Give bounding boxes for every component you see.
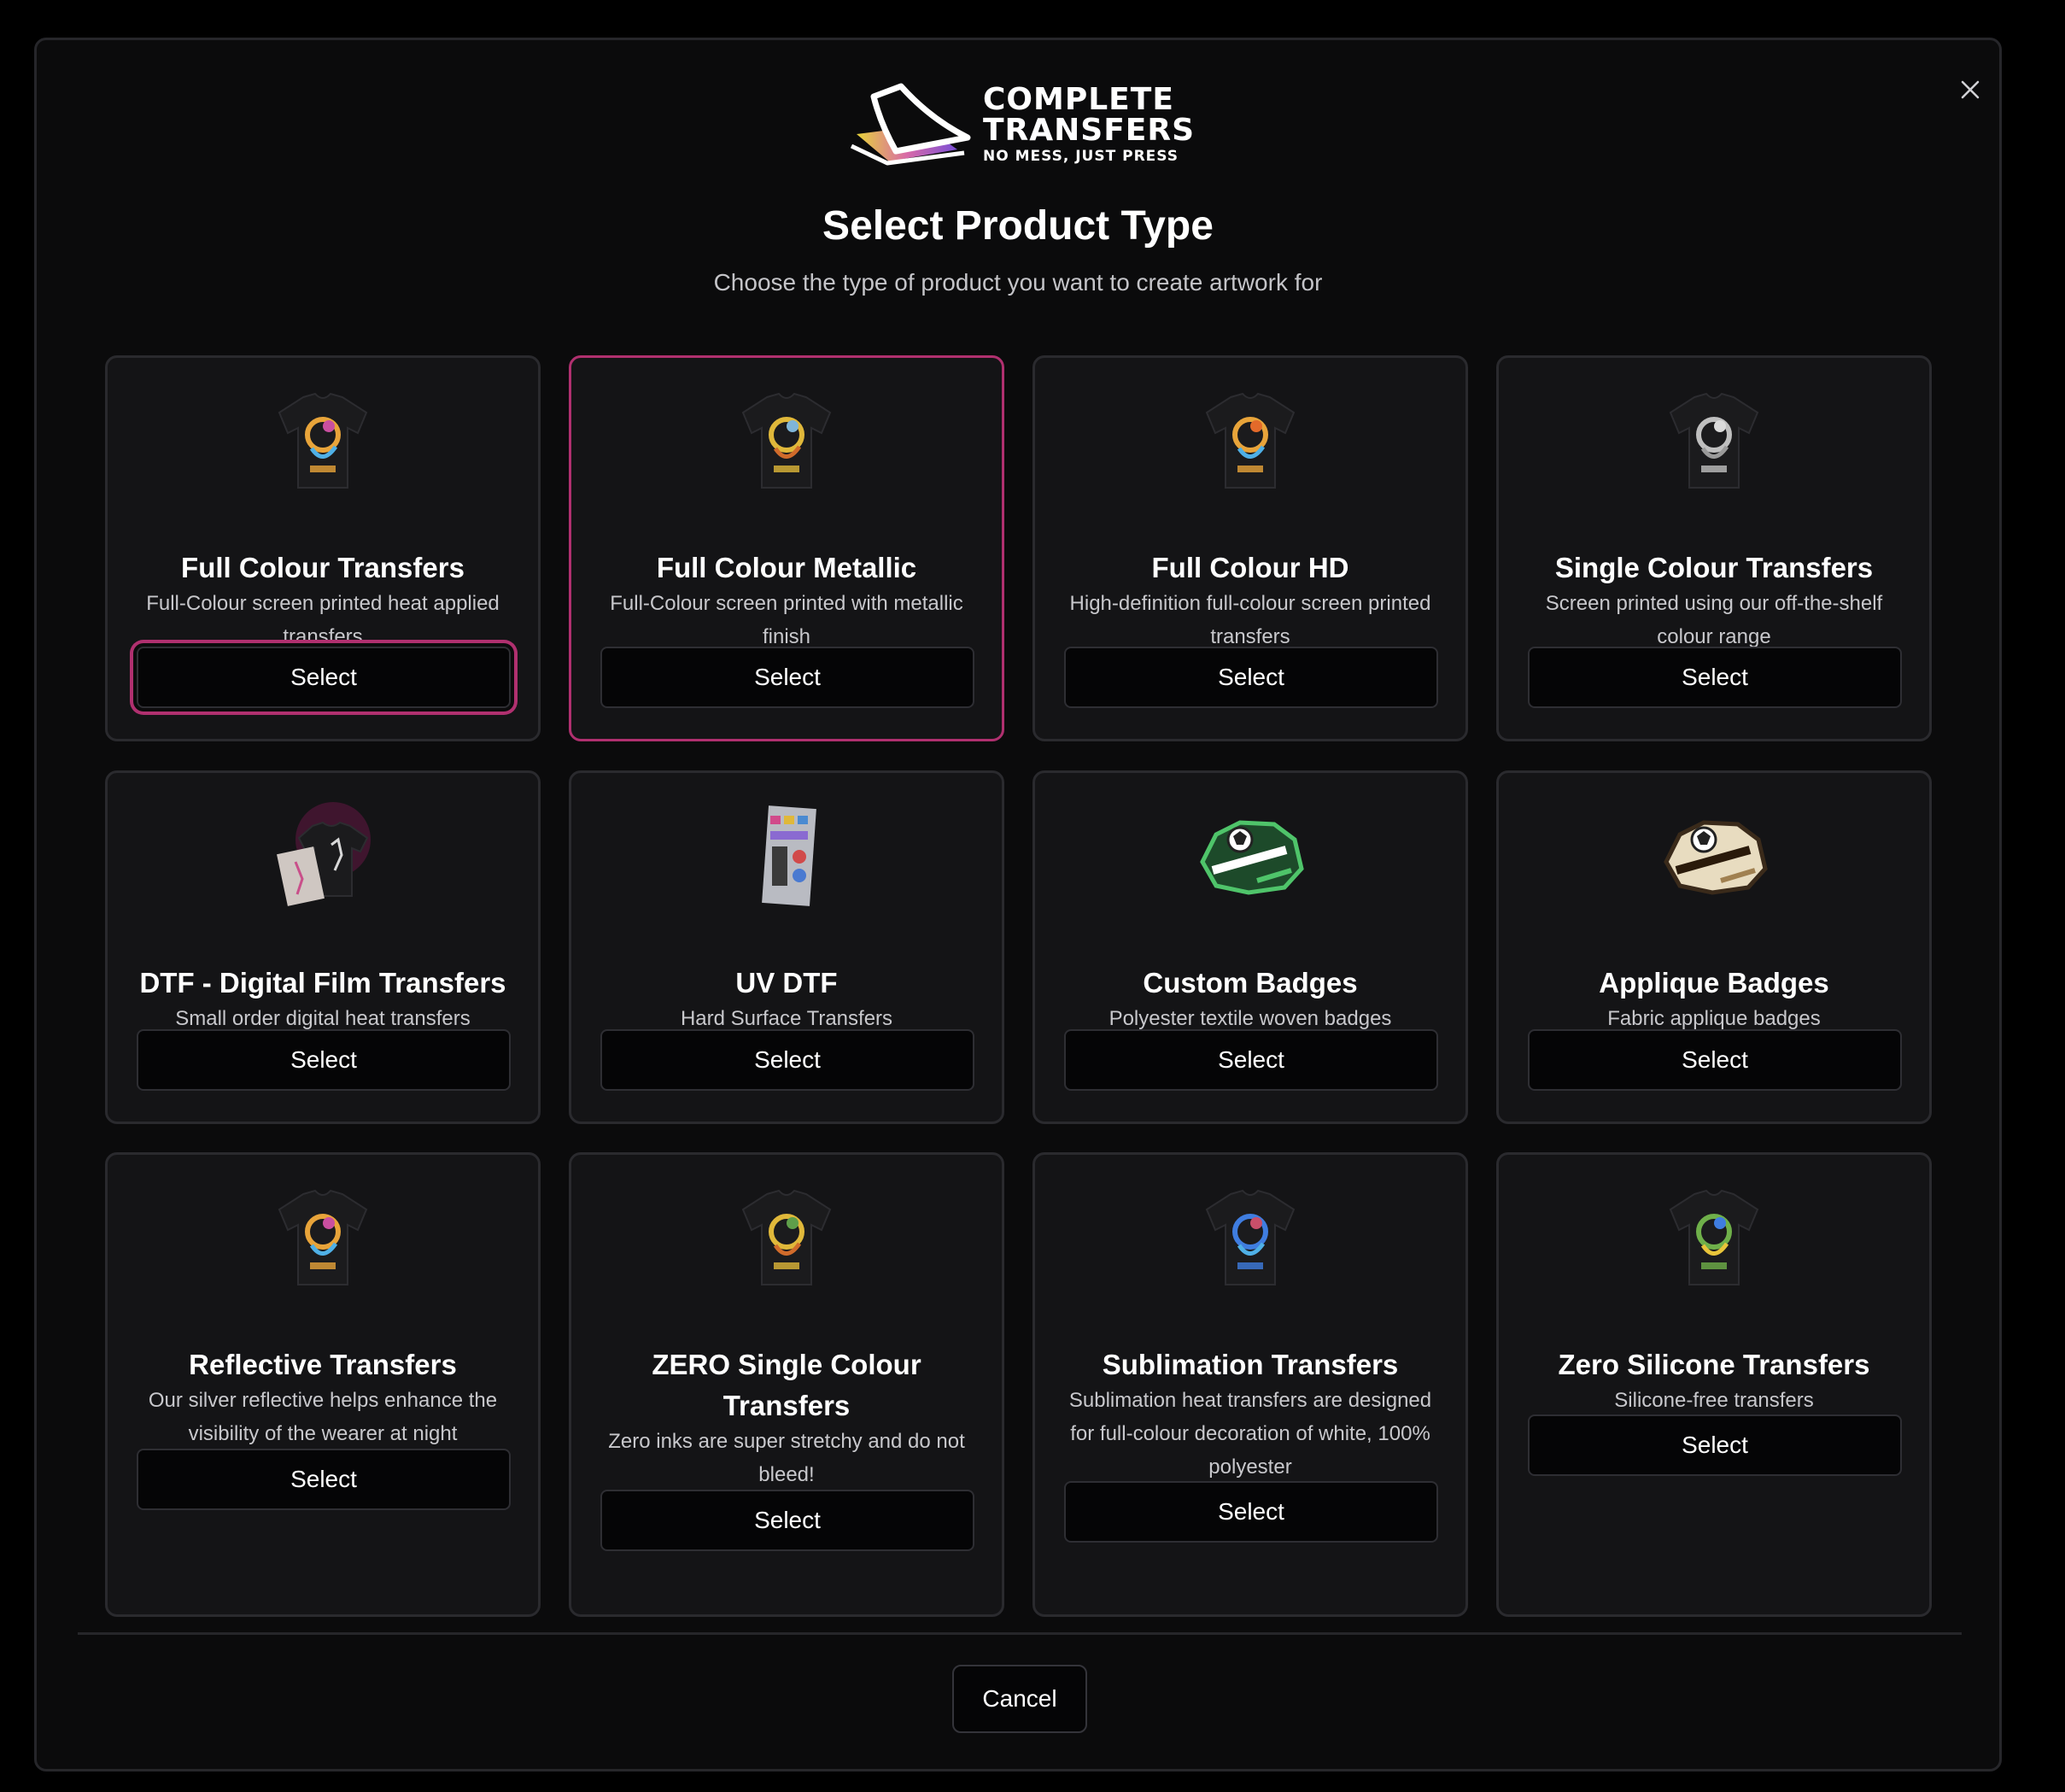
tshirt-icon [571,387,1002,495]
logo-wordmark-line2: TRANSFERS [983,112,1196,148]
product-name: Full Colour Transfers [181,552,465,583]
complete-transfers-logo: COMPLETE TRANSFERS NO MESS, JUST PRESS [846,76,1205,172]
logo-mark-icon [850,83,971,166]
logo-tagline: NO MESS, JUST PRESS [983,147,1179,165]
tshirt-icon [1499,387,1929,495]
product-card[interactable]: Full Colour HD High-definition full-colou… [1032,355,1468,741]
close-button[interactable] [1946,66,1994,114]
product-type-dialog: COMPLETE TRANSFERS NO MESS, JUST PRESS S… [34,38,2002,1772]
product-description: Full-Colour screen printed with metallic… [610,592,963,648]
product-card[interactable]: Single Colour Transfers Screen printed us… [1496,355,1932,741]
product-card[interactable]: UV DTF Hard Surface Transfers Select [569,770,1004,1124]
product-description: High-definition full-colour screen print… [1069,592,1431,648]
select-button[interactable]: Select [1064,1481,1438,1543]
product-name: Full Colour Metallic [656,552,917,583]
product-name: Sublimation Transfers [1102,1349,1399,1380]
select-button[interactable]: Select [137,1029,511,1091]
product-name: UV DTF [735,967,838,998]
product-card[interactable]: Full Colour Transfers Full-Colour screen … [105,355,541,741]
product-name: Reflective Transfers [189,1349,457,1380]
product-name: Single Colour Transfers [1554,552,1874,583]
product-name: DTF - Digital Film Transfers [139,967,506,998]
dtf-film-icon [108,802,538,910]
product-name: Zero Silicone Transfers [1558,1349,1870,1380]
tshirt-icon [1035,387,1465,495]
cancel-button[interactable]: Cancel [952,1665,1087,1733]
select-button[interactable]: Select [1064,1029,1438,1091]
product-description: Full-Colour screen printed heat applied … [146,592,500,648]
dialog-title: Select Product Type [822,203,1214,249]
select-button[interactable]: Select [600,1490,974,1551]
footer-divider [78,1632,1962,1635]
product-card[interactable]: Custom Badges Polyester textile woven bad… [1032,770,1468,1124]
select-button[interactable]: Select [137,647,511,708]
product-card[interactable]: Full Colour Metallic Full-Colour screen p… [569,355,1004,741]
tshirt-icon [108,387,538,495]
product-description: Screen printed using our off-the-shelf c… [1545,592,1883,648]
sticker-sheet-icon [571,802,1002,910]
select-button[interactable]: Select [1528,647,1902,708]
select-button[interactable]: Select [600,647,974,708]
badge-icon [1035,802,1465,910]
product-card[interactable]: DTF - Digital Film Transfers Small order … [105,770,541,1124]
select-button[interactable]: Select [137,1449,511,1510]
select-button[interactable]: Select [600,1029,974,1091]
product-description: Our silver reflective helps enhance the … [148,1389,498,1445]
product-description: Silicone-free transfers [1614,1389,1814,1412]
product-card[interactable]: Sublimation Transfers Sublimation heat tr… [1032,1152,1468,1617]
tshirt-icon [108,1184,538,1291]
logo-wordmark-line1: COMPLETE [983,81,1174,117]
product-name: ZERO Single Colour Transfers [652,1349,921,1421]
tshirt-icon [571,1184,1002,1291]
select-button[interactable]: Select [1528,1029,1902,1091]
tshirt-icon [1035,1184,1465,1291]
product-card[interactable]: Applique Badges Fabric applique badges Sel… [1496,770,1932,1124]
badge-icon [1499,802,1929,910]
close-icon [1961,80,1980,99]
tshirt-icon [1499,1184,1929,1291]
select-button[interactable]: Select [1064,647,1438,708]
product-card[interactable]: Reflective Transfers Our silver reflectiv… [105,1152,541,1617]
product-name: Full Colour HD [1151,552,1349,583]
product-name: Custom Badges [1143,967,1358,998]
select-button[interactable]: Select [1528,1414,1902,1476]
product-name: Applique Badges [1599,967,1829,998]
product-description: Sublimation heat transfers are designed … [1068,1389,1432,1479]
dialog-subtitle: Choose the type of product you want to c… [713,269,1323,296]
product-card[interactable]: Zero Silicone Transfers Silicone-free tra… [1496,1152,1932,1617]
product-description: Zero inks are super stretchy and do not … [608,1430,965,1486]
product-card[interactable]: ZERO Single Colour Transfers Zero inks ar… [569,1152,1004,1617]
